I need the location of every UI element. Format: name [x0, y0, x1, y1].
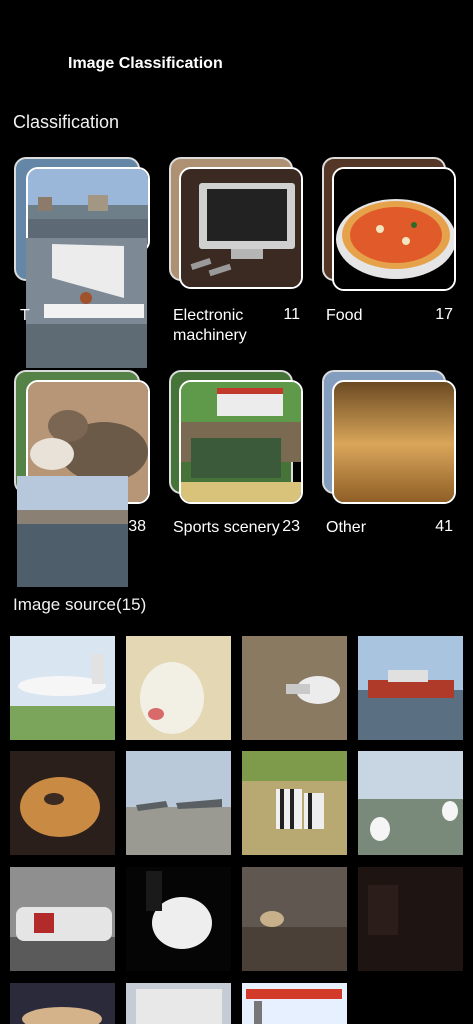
category-food-label: Food [326, 307, 363, 324]
category-electronic-machinery-count: 11 [283, 306, 300, 323]
thumbnail-boat[interactable] [358, 636, 463, 740]
category-animals-count: 38 [128, 518, 146, 535]
thumbnail-zebras[interactable] [242, 751, 347, 855]
food-photo-pizza [332, 167, 456, 291]
category-sports-scenery-count: 23 [282, 518, 300, 535]
category-food[interactable] [322, 157, 456, 291]
thumbnail-dog[interactable] [10, 751, 115, 855]
image-source-heading: Image source(15) [13, 595, 147, 614]
thumbnail-airplane[interactable] [10, 636, 115, 740]
category-sports-scenery[interactable] [169, 370, 303, 504]
thumbnail-gas-station[interactable] [242, 983, 347, 1024]
category-other-label: Other [326, 519, 367, 536]
category-travel-label: T [20, 307, 30, 324]
thumbnail-horse[interactable] [126, 867, 231, 971]
thumbnail-sheep[interactable] [126, 636, 231, 740]
thumbnail-seagull[interactable] [242, 636, 347, 740]
classification-heading: Classification [13, 112, 120, 132]
category-other[interactable] [322, 370, 456, 504]
category-other-count: 41 [435, 518, 453, 535]
thumbnail-jets[interactable] [126, 751, 231, 855]
other-photo-sunset [332, 380, 456, 504]
thumbnail-birds[interactable] [242, 867, 347, 971]
sports-scenery-photo-canal [179, 380, 303, 504]
thumbnail-race-car[interactable] [10, 867, 115, 971]
thumbnail-building[interactable] [126, 983, 231, 1024]
thumbnail-dog-partial[interactable] [10, 983, 115, 1024]
category-electronic-machinery[interactable] [169, 157, 303, 289]
category-electronic-machinery-label: Electronic machinery [173, 307, 247, 344]
thumbnail-geese[interactable] [358, 751, 463, 855]
app-title: Image Classification [68, 55, 223, 72]
category-food-count: 17 [435, 306, 453, 323]
electronic-photo-monitor [179, 167, 303, 289]
travel-photo-sailboat [26, 238, 147, 368]
thumbnail-dark-room[interactable] [358, 867, 463, 971]
